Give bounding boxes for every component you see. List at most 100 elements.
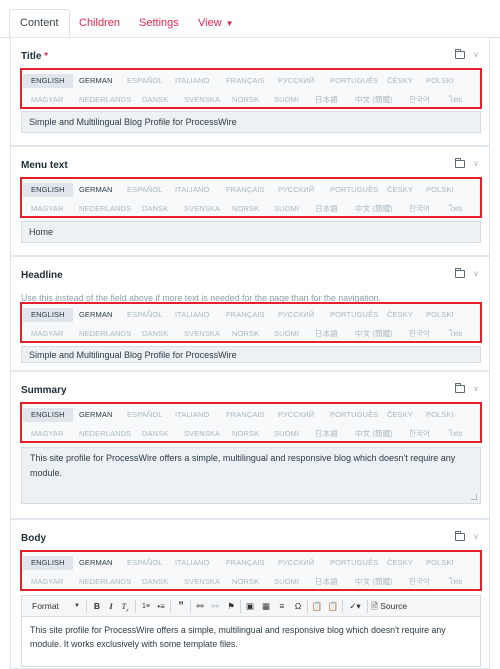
- lang-tab-german[interactable]: GERMAN: [79, 556, 113, 570]
- lang-tab-suomi[interactable]: SUOMI: [274, 575, 299, 589]
- lang-tab-norsk[interactable]: NORSK: [232, 327, 259, 341]
- italic-icon[interactable]: I: [106, 600, 116, 613]
- numbered-list-icon[interactable]: 1≡: [140, 600, 152, 613]
- chevron-down-icon[interactable]: ∨: [473, 384, 479, 393]
- lang-tab-korean[interactable]: 한국어: [409, 327, 430, 341]
- tab-children[interactable]: Children: [69, 10, 130, 38]
- spellcheck-icon[interactable]: ✓▾: [346, 600, 364, 613]
- lang-tab-svenska[interactable]: SVENSKA: [184, 93, 220, 107]
- lang-tab-suomi[interactable]: SUOMI: [274, 202, 299, 216]
- format-dropdown-arrow-icon[interactable]: ▼: [74, 600, 80, 613]
- tab-view[interactable]: View ▼: [188, 10, 244, 38]
- lang-tab-nederlands[interactable]: NEDERLANDS: [79, 427, 131, 441]
- lang-tab-korean[interactable]: 한국어: [409, 202, 430, 216]
- paste-text-icon[interactable]: 📋: [311, 600, 323, 613]
- lang-tab-thai[interactable]: ไทย: [449, 327, 462, 341]
- lang-tab-german[interactable]: GERMAN: [79, 308, 113, 322]
- lang-tab-espanol[interactable]: ESPAÑOL: [127, 308, 163, 322]
- summary-textarea[interactable]: This site profile for ProcessWire offers…: [21, 447, 481, 504]
- lang-tab-cesky[interactable]: ČESKY: [387, 556, 413, 570]
- chevron-down-icon[interactable]: ∨: [473, 159, 479, 168]
- bulleted-list-icon[interactable]: •≡: [155, 600, 167, 613]
- lang-tab-korean[interactable]: 한국어: [409, 93, 430, 107]
- lang-tab-italiano[interactable]: ITALIANO: [175, 308, 209, 322]
- lang-tab-espanol[interactable]: ESPAÑOL: [127, 556, 163, 570]
- lang-tab-cesky[interactable]: ČESKY: [387, 74, 413, 88]
- lang-tab-italiano[interactable]: ITALIANO: [175, 408, 209, 422]
- lang-tab-magyar[interactable]: MAGYAR: [31, 202, 64, 216]
- lang-tab-german[interactable]: GERMAN: [79, 408, 113, 422]
- tab-content[interactable]: Content: [9, 9, 70, 39]
- lang-tab-norsk[interactable]: NORSK: [232, 575, 259, 589]
- lang-tab-polski[interactable]: POLSKI: [426, 183, 454, 197]
- lang-tab-suomi[interactable]: SUOMI: [274, 327, 299, 341]
- lang-tab-francais[interactable]: FRANÇAIS: [226, 183, 265, 197]
- paste-word-icon[interactable]: 📋: [327, 600, 339, 613]
- lang-tab-korean[interactable]: 한국어: [409, 575, 430, 589]
- lang-tab-espanol[interactable]: ESPAÑOL: [127, 408, 163, 422]
- menu-text-input[interactable]: Home: [21, 221, 481, 243]
- lang-tab-english[interactable]: ENGLISH: [23, 308, 73, 322]
- link-icon[interactable]: ⚯: [194, 600, 206, 613]
- lang-tab-german[interactable]: GERMAN: [79, 74, 113, 88]
- source-button[interactable]: 🗎 Source: [371, 600, 407, 613]
- lang-tab-dansk[interactable]: DANSK: [142, 427, 168, 441]
- lang-tab-german[interactable]: GERMAN: [79, 183, 113, 197]
- lang-tab-portugues[interactable]: PORTUGUÊS: [330, 183, 378, 197]
- lang-tab-chinese[interactable]: 中文 (簡體): [355, 575, 393, 589]
- lang-tab-dansk[interactable]: DANSK: [142, 93, 168, 107]
- lang-tab-english[interactable]: ENGLISH: [23, 408, 73, 422]
- lang-tab-polski[interactable]: POLSKI: [426, 408, 454, 422]
- folder-icon[interactable]: [455, 382, 466, 393]
- lang-tab-thai[interactable]: ไทย: [449, 575, 462, 589]
- lang-tab-polski[interactable]: POLSKI: [426, 556, 454, 570]
- lang-tab-italiano[interactable]: ITALIANO: [175, 183, 209, 197]
- lang-tab-nederlands[interactable]: NEDERLANDS: [79, 327, 131, 341]
- lang-tab-magyar[interactable]: MAGYAR: [31, 327, 64, 341]
- horizontal-rule-icon[interactable]: ≡: [276, 600, 288, 613]
- lang-tab-espanol[interactable]: ESPAÑOL: [127, 74, 163, 88]
- lang-tab-francais[interactable]: FRANÇAIS: [226, 74, 265, 88]
- table-icon[interactable]: ▦: [260, 600, 272, 613]
- chevron-down-icon[interactable]: ∨: [473, 532, 479, 541]
- lang-tab-thai[interactable]: ไทย: [449, 427, 462, 441]
- lang-tab-dansk[interactable]: DANSK: [142, 575, 168, 589]
- lang-tab-polski[interactable]: POLSKI: [426, 308, 454, 322]
- lang-tab-espanol[interactable]: ESPAÑOL: [127, 183, 163, 197]
- lang-tab-chinese[interactable]: 中文 (簡體): [355, 327, 393, 341]
- lang-tab-japanese[interactable]: 日本語: [315, 202, 338, 216]
- lang-tab-portugues[interactable]: PORTUGUÊS: [330, 74, 378, 88]
- lang-tab-korean[interactable]: 한국어: [409, 427, 430, 441]
- lang-tab-portugues[interactable]: PORTUGUÊS: [330, 408, 378, 422]
- chevron-down-icon[interactable]: ∨: [473, 50, 479, 59]
- lang-tab-norsk[interactable]: NORSK: [232, 202, 259, 216]
- lang-tab-thai[interactable]: ไทย: [449, 202, 462, 216]
- lang-tab-cesky[interactable]: ČESKY: [387, 308, 413, 322]
- lang-tab-magyar[interactable]: MAGYAR: [31, 575, 64, 589]
- lang-tab-portugues[interactable]: PORTUGUÊS: [330, 308, 378, 322]
- title-input[interactable]: Simple and Multilingual Blog Profile for…: [21, 111, 481, 133]
- lang-tab-polski[interactable]: POLSKI: [426, 74, 454, 88]
- lang-tab-magyar[interactable]: MAGYAR: [31, 427, 64, 441]
- lang-tab-japanese[interactable]: 日本語: [315, 575, 338, 589]
- lang-tab-svenska[interactable]: SVENSKA: [184, 202, 220, 216]
- folder-icon[interactable]: [455, 157, 466, 168]
- lang-tab-russian[interactable]: РУССКИЙ: [278, 556, 314, 570]
- lang-tab-cesky[interactable]: ČESKY: [387, 408, 413, 422]
- lang-tab-russian[interactable]: РУССКИЙ: [278, 308, 314, 322]
- lang-tab-nederlands[interactable]: NEDERLANDS: [79, 93, 131, 107]
- remove-format-icon[interactable]: Tx: [119, 600, 131, 614]
- chevron-down-icon[interactable]: ∨: [473, 269, 479, 278]
- resize-handle[interactable]: [471, 494, 477, 500]
- special-character-icon[interactable]: Ω: [292, 600, 304, 613]
- lang-tab-japanese[interactable]: 日本語: [315, 93, 338, 107]
- lang-tab-magyar[interactable]: MAGYAR: [31, 93, 64, 107]
- headline-input[interactable]: Simple and Multilingual Blog Profile for…: [21, 346, 481, 363]
- bold-icon[interactable]: B: [92, 600, 102, 613]
- blockquote-icon[interactable]: ”: [175, 600, 187, 613]
- lang-tab-dansk[interactable]: DANSK: [142, 327, 168, 341]
- lang-tab-norsk[interactable]: NORSK: [232, 427, 259, 441]
- lang-tab-italiano[interactable]: ITALIANO: [175, 74, 209, 88]
- lang-tab-chinese[interactable]: 中文 (簡體): [355, 93, 393, 107]
- lang-tab-japanese[interactable]: 日本語: [315, 327, 338, 341]
